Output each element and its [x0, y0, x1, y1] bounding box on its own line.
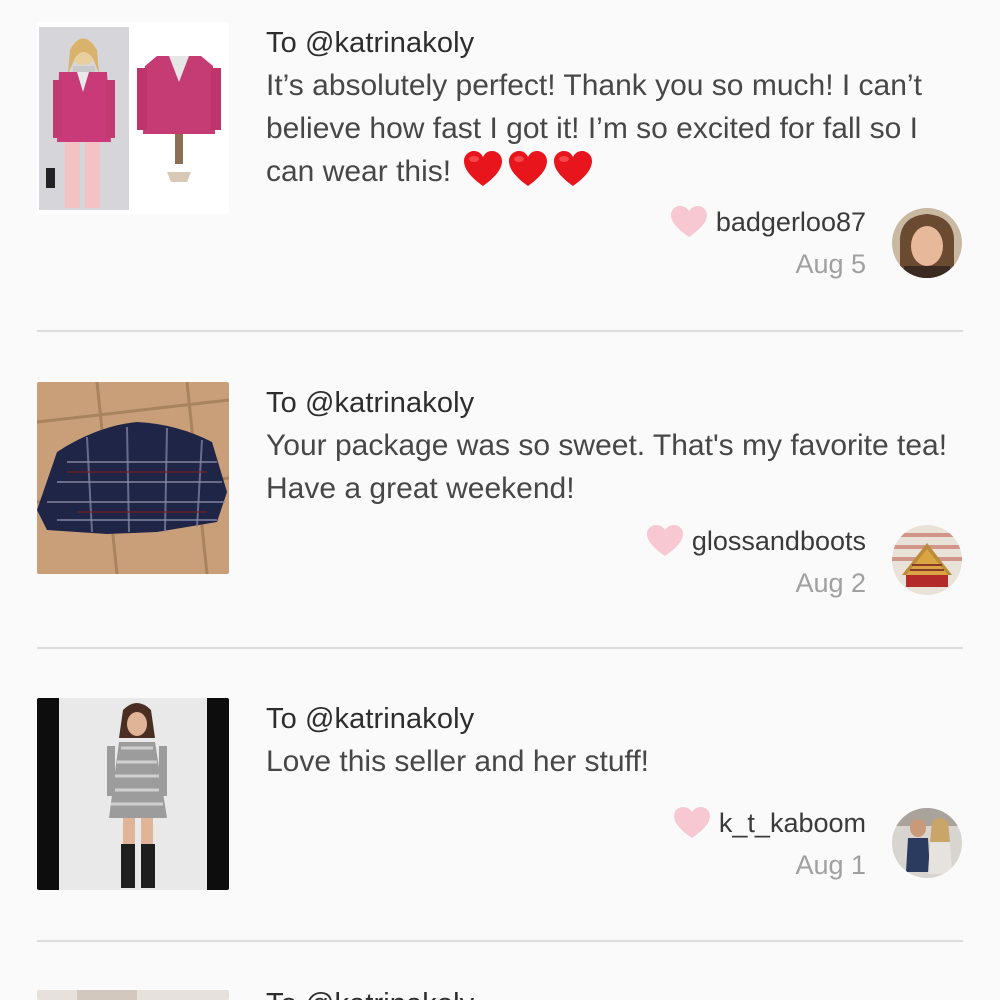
author-avatar[interactable]	[892, 525, 962, 595]
note-message: Your package was so sweet. That's my fav…	[266, 424, 966, 510]
note-message-text: Your package was so sweet. That's my fav…	[266, 429, 948, 505]
listing-thumbnail[interactable]	[37, 22, 229, 214]
note-message: It’s absolutely perfect! Thank you so mu…	[266, 64, 966, 200]
author-username[interactable]: glossandboots	[692, 526, 866, 557]
red-heart-emoji-icon	[509, 151, 548, 186]
note-message-text: Love this seller and her stuff!	[266, 745, 649, 778]
item-divider	[37, 330, 963, 332]
note-meta: glossandboots Aug 2	[646, 524, 866, 599]
red-heart-emoji-icon	[554, 151, 593, 186]
listing-thumbnail[interactable]	[37, 382, 229, 574]
note-date: Aug 1	[795, 850, 866, 880]
note-date: Aug 2	[795, 568, 866, 598]
author-row[interactable]: k_t_kaboom	[673, 806, 866, 840]
heart-icon[interactable]	[670, 205, 708, 239]
author-avatar[interactable]	[892, 808, 962, 878]
note-message: Love this seller and her stuff!	[266, 740, 966, 783]
item-divider	[37, 940, 963, 942]
recipient-line: To @katrinakoly	[266, 703, 475, 735]
note-date: Aug 5	[795, 249, 866, 279]
author-row[interactable]: badgerloo87	[670, 205, 866, 239]
recipient-line: To @katrinakoly	[266, 387, 475, 419]
heart-emoji-group	[463, 150, 598, 200]
red-heart-emoji-icon	[464, 151, 503, 186]
heart-icon[interactable]	[646, 524, 684, 558]
author-avatar[interactable]	[892, 208, 962, 278]
note-meta: k_t_kaboom Aug 1	[673, 806, 866, 881]
recipient-line: To @katrinakoly	[266, 27, 475, 59]
author-row[interactable]: glossandboots	[646, 524, 866, 558]
love-notes-feed: To @katrinakoly It’s absolutely perfect!…	[0, 0, 1000, 1000]
listing-thumbnail[interactable]	[37, 990, 229, 1000]
listing-thumbnail[interactable]	[37, 698, 229, 890]
recipient-line: To @katrinakoly	[266, 988, 474, 1000]
heart-icon[interactable]	[673, 806, 711, 840]
note-meta: badgerloo87 Aug 5	[670, 205, 866, 280]
author-username[interactable]: k_t_kaboom	[719, 808, 866, 839]
item-divider	[37, 647, 963, 649]
author-username[interactable]: badgerloo87	[716, 207, 866, 238]
